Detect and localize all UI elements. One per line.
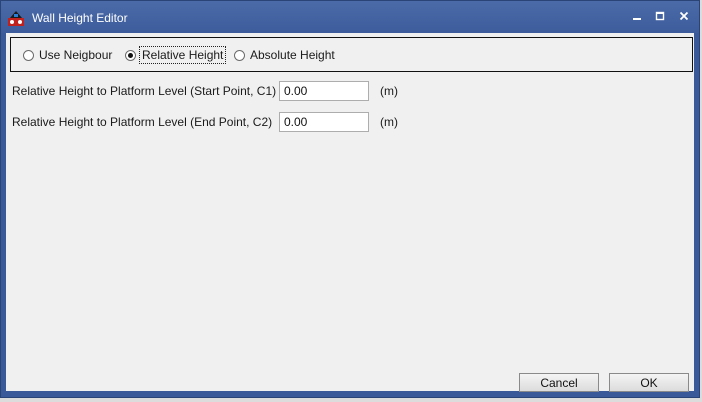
window-title: Wall Height Editor xyxy=(32,11,128,25)
radio-button-circle[interactable] xyxy=(23,49,34,61)
app-logo-icon xyxy=(8,11,24,26)
dialog-window: Wall Height Editor Use Neigbour Relative… xyxy=(0,0,700,398)
ok-button[interactable]: OK xyxy=(609,373,689,392)
minimize-icon xyxy=(633,18,641,20)
maximize-icon xyxy=(655,11,665,21)
start-height-input[interactable] xyxy=(279,81,369,101)
radio-label: Absolute Height xyxy=(250,48,335,62)
title-bar[interactable]: Wall Height Editor xyxy=(1,1,699,33)
end-height-unit: (m) xyxy=(380,115,398,129)
radio-label: Use Neigbour xyxy=(39,48,113,62)
radio-button-circle[interactable] xyxy=(125,49,136,61)
radio-relative-height[interactable]: Relative Height xyxy=(125,46,227,64)
radio-use-neighbour[interactable]: Use Neigbour xyxy=(23,47,112,63)
cancel-button[interactable]: Cancel xyxy=(519,373,599,392)
minimize-button[interactable] xyxy=(627,7,647,25)
end-height-input[interactable] xyxy=(279,112,369,132)
maximize-button[interactable] xyxy=(650,7,670,25)
dialog-body: Use Neigbour Relative Height Absolute He… xyxy=(6,33,694,392)
start-height-label: Relative Height to Platform Level (Start… xyxy=(12,84,277,98)
radio-button-circle[interactable] xyxy=(234,49,245,61)
height-mode-group: Use Neigbour Relative Height Absolute He… xyxy=(10,37,693,72)
close-icon xyxy=(679,11,689,21)
end-height-label: Relative Height to Platform Level (End P… xyxy=(12,115,273,129)
close-button[interactable] xyxy=(674,7,694,25)
radio-label: Relative Height xyxy=(138,46,227,64)
radio-absolute-height[interactable]: Absolute Height xyxy=(234,47,335,63)
start-height-unit: (m) xyxy=(380,84,398,98)
